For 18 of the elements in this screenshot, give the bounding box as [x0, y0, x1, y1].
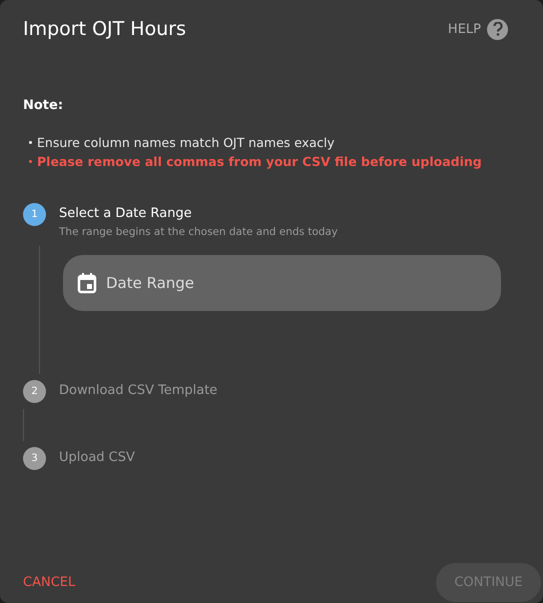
step-number: 2 — [23, 380, 46, 403]
step-title: Upload CSV — [59, 449, 135, 466]
note-heading: Note: — [23, 98, 64, 113]
step-subtitle: The range begins at the chosen date and ends today — [59, 226, 338, 238]
note-item: Ensure column names match OJT names exacly — [29, 135, 543, 150]
calendar-icon — [77, 272, 97, 294]
warning-note: Please remove all commas from your CSV file before uploading — [29, 154, 543, 169]
step-number: 1 — [23, 203, 46, 226]
cancel-button[interactable]: CANCEL — [23, 575, 76, 590]
step-title: Download CSV Template — [59, 382, 218, 399]
help-icon — [487, 18, 508, 40]
help-button[interactable]: HELP — [448, 18, 508, 40]
dialog-title: Import OJT Hours — [23, 18, 186, 40]
bullet-icon — [29, 141, 32, 144]
date-range-field[interactable]: Date Range — [104, 273, 404, 293]
bullet-icon — [29, 160, 32, 163]
step-number: 3 — [23, 447, 46, 470]
step-title: Select a Date Range — [59, 205, 193, 222]
